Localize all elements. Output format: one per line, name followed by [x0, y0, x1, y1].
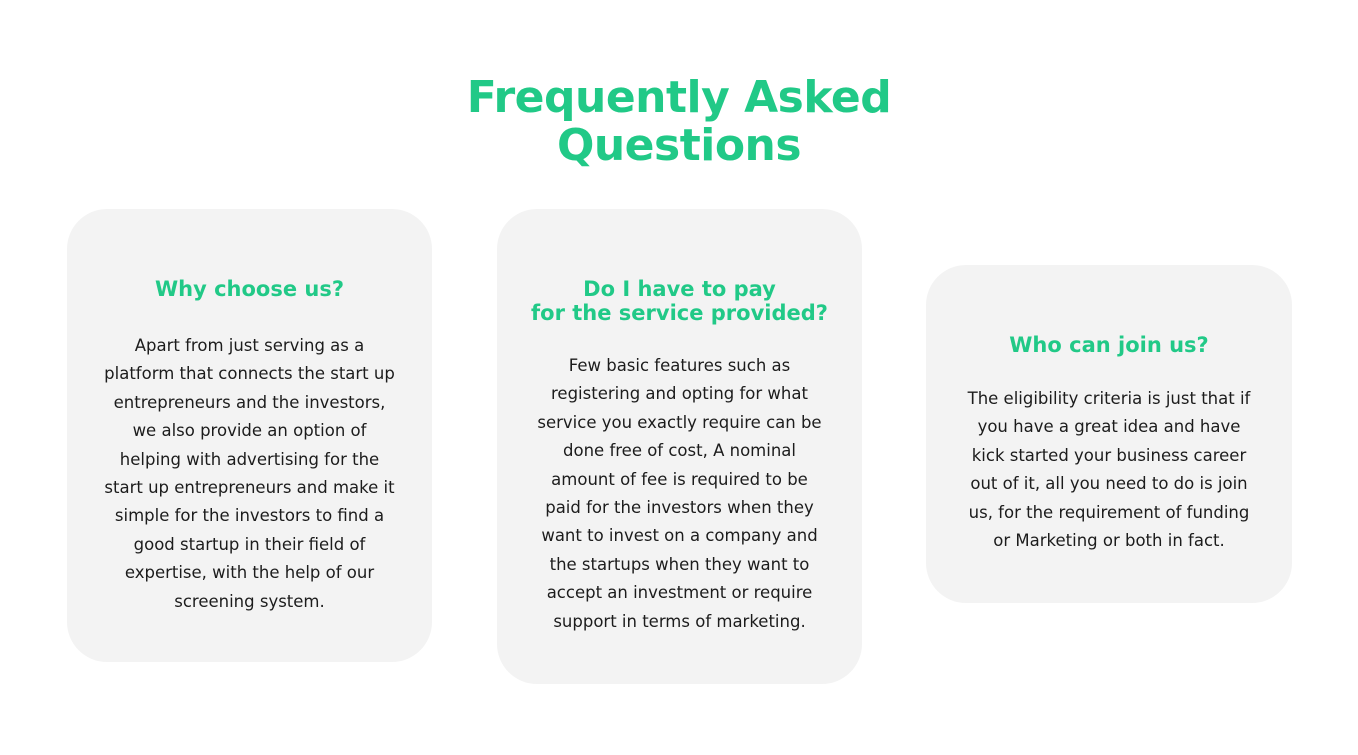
faq-card-answer: Few basic features such as registering a…	[497, 352, 862, 636]
faq-card-title-line: Who can join us?	[1009, 333, 1209, 357]
faq-answer-line: done free of cost, A nominal	[563, 441, 796, 461]
faq-answer-line: screening system.	[174, 591, 325, 611]
faq-answer-line: expertise, with the help of our	[124, 563, 375, 583]
faq-card-who-can-join: Who can join us? The eligibility criteri…	[926, 265, 1292, 603]
faq-answer-line: Apart from just serving as a	[134, 336, 365, 355]
faq-answer-line: accept an investment or require	[546, 583, 813, 603]
faq-answer-line: Few basic features such as	[568, 356, 791, 375]
faq-card-title-line: for the service provided?	[531, 301, 828, 325]
faq-answer-line: entrepreneurs and the investors,	[113, 392, 386, 412]
faq-card-payment: Do I have to pay for the service provide…	[497, 209, 862, 684]
faq-answer-line: platform that connects the start up	[104, 364, 395, 384]
faq-answer-line: start up entrepreneurs and make it	[104, 478, 395, 498]
faq-card-title: Who can join us?	[926, 333, 1292, 357]
faq-answer-line: helping with advertising for the	[119, 449, 380, 469]
faq-card-title: Do I have to pay for the service provide…	[497, 277, 862, 325]
faq-answer-line: we also provide an option of	[132, 421, 367, 441]
faq-answer-line: simple for the investors to find a	[114, 506, 385, 526]
faq-answer-line: registering and opting for what	[551, 384, 808, 404]
faq-card-why-choose-us: Why choose us? Apart from just serving a…	[67, 209, 432, 662]
faq-answer-line: out of it, all you need to do is join	[970, 474, 1248, 494]
faq-answer-line: the startups when they want to	[549, 554, 810, 574]
faq-answer-line: amount of fee is required to be	[551, 469, 808, 489]
faq-answer-line: good startup in their field of	[133, 534, 366, 554]
faq-answer-line: or Marketing or both in fact.	[993, 531, 1225, 551]
page-title-line: Frequently Asked	[466, 72, 892, 123]
faq-card-title-line: Do I have to pay	[583, 277, 776, 301]
faq-answer-line: kick started your business career	[971, 445, 1247, 465]
faq-answer-line: paid for the investors when they	[545, 498, 814, 518]
faq-answer-line: service you exactly require can be	[537, 412, 822, 432]
faq-card-answer: The eligibility criteria is just that if…	[926, 385, 1292, 555]
faq-answer-line: support in terms of marketing.	[553, 611, 806, 631]
faq-card-title: Why choose us?	[67, 277, 432, 301]
faq-answer-line: want to invest on a company and	[541, 526, 818, 546]
faq-answer-line: The eligibility criteria is just that if	[967, 389, 1251, 408]
faq-card-answer: Apart from just serving as a platform th…	[67, 332, 432, 616]
faq-answer-line: you have a great idea and have	[977, 417, 1241, 437]
faq-answer-line: us, for the requirement of funding	[968, 502, 1250, 522]
page-title: Frequently Asked Questions	[0, 74, 1358, 170]
faq-card-title-line: Why choose us?	[154, 277, 345, 301]
page-title-line: Questions	[556, 120, 802, 171]
